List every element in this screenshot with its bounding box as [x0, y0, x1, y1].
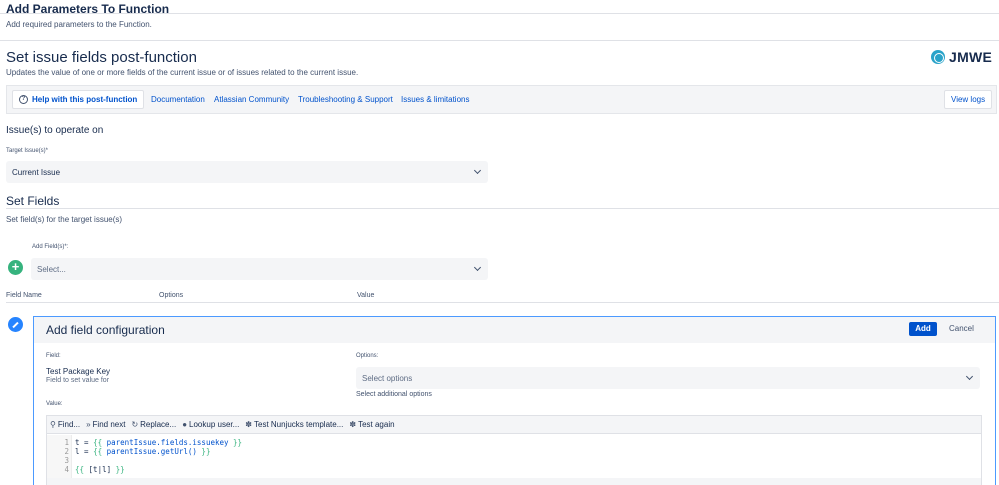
- code-line: 1 t = {{ parentIssue.fields.issuekey }}: [47, 438, 242, 447]
- user-icon: ●: [182, 420, 188, 429]
- search-icon: ⚲: [50, 420, 56, 429]
- find-next-button[interactable]: » Find next: [86, 420, 125, 429]
- options-hint: Select additional options: [356, 391, 432, 398]
- postfunction-description: Updates the value of one or more fields …: [6, 68, 359, 77]
- bug-icon: ✽: [349, 420, 357, 429]
- options-select[interactable]: Select options: [356, 367, 980, 389]
- troubleshooting-link[interactable]: Troubleshooting & Support: [298, 95, 393, 104]
- code-tag-open: {{: [93, 438, 107, 447]
- code-var: l =: [75, 447, 94, 456]
- test-again-label: Test again: [358, 420, 395, 429]
- code-line: 3: [47, 456, 75, 465]
- column-header-field-name: Field Name: [6, 292, 42, 299]
- code-line: 2 l = {{ parentIssue.getUrl() }}: [47, 447, 210, 456]
- test-again-button[interactable]: ✽ Test again: [349, 420, 394, 429]
- code-expression: parentIssue.fields.issuekey: [106, 438, 229, 447]
- chevron-down-icon: [473, 263, 482, 272]
- replace-label: Replace...: [140, 420, 177, 429]
- add-fields-select[interactable]: Select...: [31, 258, 488, 280]
- test-nunjucks-label: Test Nunjucks template...: [254, 420, 344, 429]
- add-field-plus-icon[interactable]: +: [8, 260, 23, 275]
- jmwe-logo-icon: [931, 50, 945, 64]
- community-link[interactable]: Atlassian Community: [214, 95, 289, 104]
- code-tag-close: }}: [196, 447, 211, 456]
- code-tag-close: }}: [228, 438, 243, 447]
- find-button[interactable]: ⚲ Find...: [50, 420, 80, 429]
- target-issue-value: Current Issue: [12, 167, 61, 177]
- field-name-value: Test Package Key: [46, 367, 111, 376]
- code-tag-open: {{: [93, 447, 107, 456]
- editor-status-bar: [47, 478, 981, 485]
- options-placeholder: Select options: [362, 373, 413, 383]
- divider: [0, 40, 999, 41]
- code-tag-close: }}: [111, 465, 125, 474]
- code-tag-open: {{: [75, 465, 89, 474]
- refresh-icon: ↻: [131, 420, 139, 429]
- line-number: 3: [64, 456, 69, 465]
- set-fields-description: Set field(s) for the target issue(s): [6, 215, 123, 224]
- logo-text: JMWE: [949, 49, 993, 65]
- divider: [0, 13, 999, 14]
- lookup-user-button[interactable]: ● Lookup user...: [182, 420, 239, 429]
- set-fields-title: Set Fields: [6, 194, 60, 208]
- bug-icon: ✽: [245, 420, 252, 429]
- edit-pencil-icon[interactable]: [8, 317, 23, 332]
- test-nunjucks-button[interactable]: ✽ Test Nunjucks template...: [245, 420, 343, 429]
- add-fields-label: Add Field(s)*:: [32, 244, 69, 250]
- divider: [6, 208, 999, 209]
- lookup-user-label: Lookup user...: [189, 420, 240, 429]
- code-expression: [t|l]: [88, 465, 112, 474]
- line-number: 1: [64, 438, 69, 447]
- view-logs-button[interactable]: View logs: [944, 90, 993, 109]
- documentation-link[interactable]: Documentation: [151, 95, 205, 104]
- value-label: Value:: [46, 401, 63, 407]
- help-button[interactable]: ? Help with this post-function: [12, 90, 145, 109]
- jmwe-logo: JMWE: [931, 49, 992, 65]
- field-description: Field to set value for: [46, 377, 110, 384]
- postfunction-title: Set issue fields post-function: [6, 49, 197, 66]
- field-config-title: Add field configuration: [46, 323, 165, 337]
- find-next-label: Find next: [92, 420, 126, 429]
- add-fields-placeholder: Select...: [37, 264, 66, 274]
- column-header-options: Options: [159, 292, 184, 299]
- replace-button[interactable]: ↻ Replace...: [131, 420, 176, 429]
- page-subtitle: Add required parameters to the Function.: [6, 20, 152, 29]
- cancel-button[interactable]: Cancel: [949, 324, 974, 333]
- find-label: Find...: [57, 420, 81, 429]
- target-issue-label: Target Issue(s)*: [6, 148, 49, 154]
- operate-section-title: Issue(s) to operate on: [6, 125, 104, 136]
- line-number: 2: [64, 447, 69, 456]
- issues-limitations-link[interactable]: Issues & limitations: [401, 95, 469, 104]
- question-icon: ?: [19, 95, 28, 104]
- add-button[interactable]: Add: [909, 322, 937, 336]
- double-chevron-right-icon: »: [86, 420, 91, 429]
- chevron-down-icon: [965, 372, 974, 381]
- chevron-down-icon: [473, 166, 482, 175]
- options-label: Options:: [356, 353, 379, 359]
- target-issue-select[interactable]: Current Issue: [6, 161, 488, 183]
- field-label: Field:: [46, 353, 61, 359]
- divider: [6, 302, 999, 303]
- help-button-label: Help with this post-function: [32, 95, 138, 104]
- code-expression: parentIssue.getUrl(): [106, 447, 197, 456]
- editor-toolbar: ⚲ Find... » Find next ↻ Replace... ● Lookup …: [47, 416, 981, 434]
- field-config-header: [34, 317, 995, 343]
- code-var: t =: [75, 438, 94, 447]
- column-header-value: Value: [357, 292, 375, 299]
- line-number: 4: [64, 465, 69, 474]
- code-line: 4 {{ [t|l] }}: [47, 465, 125, 474]
